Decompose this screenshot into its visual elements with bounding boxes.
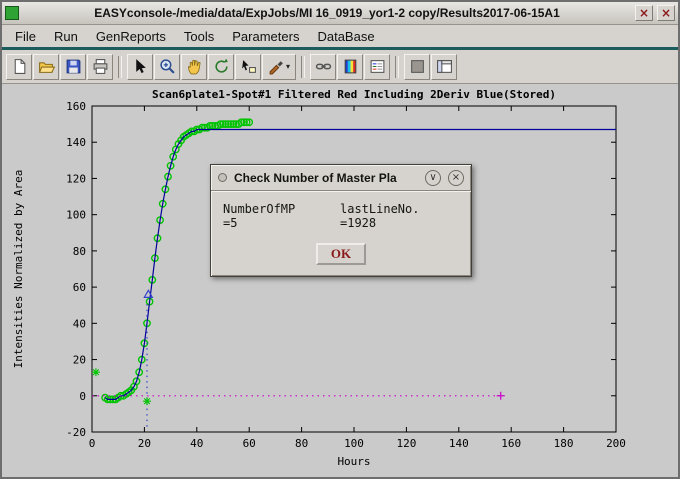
- insert-legend-button[interactable]: [364, 54, 390, 80]
- toolbar-separator: [118, 56, 122, 78]
- menu-database[interactable]: DataBase: [308, 27, 383, 46]
- svg-text:80: 80: [73, 245, 86, 258]
- dialog-collapse-button[interactable]: ∨: [425, 170, 441, 186]
- svg-text:40: 40: [190, 437, 203, 450]
- svg-text:40: 40: [73, 317, 86, 330]
- svg-text:60: 60: [243, 437, 256, 450]
- svg-text:180: 180: [554, 437, 574, 450]
- dialog-body: NumberOfMP =5 lastLineNo. =1928 OK: [211, 191, 471, 276]
- ok-button[interactable]: OK: [316, 243, 366, 265]
- dialog-title: Check Number of Master Pla: [234, 171, 418, 185]
- dialog-message: NumberOfMP =5 lastLineNo. =1928: [223, 202, 459, 230]
- data-cursor-icon: [240, 58, 257, 75]
- menu-run[interactable]: Run: [45, 27, 87, 46]
- last-line-no-value: lastLineNo. =1928: [340, 202, 459, 230]
- zoom-in-button[interactable]: [154, 54, 180, 80]
- dialog-title-bar: Check Number of Master Pla ∨ ×: [211, 165, 471, 191]
- rotate-3d-button[interactable]: [208, 54, 234, 80]
- new-document-icon: [11, 58, 28, 75]
- svg-text:20: 20: [73, 354, 86, 367]
- menu-tools[interactable]: Tools: [175, 27, 223, 46]
- dialog-check-number-of-master-plates: Check Number of Master Pla ∨ × NumberOfM…: [210, 164, 472, 277]
- show-plot-tools-button[interactable]: [431, 54, 457, 80]
- figure-canvas[interactable]: Scan6plate1-Spot#1 Filtered Red Includin…: [2, 84, 678, 478]
- hand-icon: [186, 58, 203, 75]
- window-title: EASYconsole-/media/data/ExpJobs/MI 16_09…: [23, 6, 631, 20]
- number-of-mp-value: NumberOfMP =5: [223, 202, 314, 230]
- save-button[interactable]: [60, 54, 86, 80]
- menu-parameters[interactable]: Parameters: [223, 27, 308, 46]
- dialog-icon: [218, 173, 227, 182]
- toolbar: ▾: [2, 50, 678, 84]
- edit-plot-button[interactable]: [127, 54, 153, 80]
- legend-icon: [369, 58, 386, 75]
- menu-genreports[interactable]: GenReports: [87, 27, 175, 46]
- link-plots-button[interactable]: [310, 54, 336, 80]
- menu-bar: File Run GenReports Tools Parameters Dat…: [2, 25, 678, 50]
- svg-text:20: 20: [138, 437, 151, 450]
- data-cursor-button[interactable]: [235, 54, 261, 80]
- gray-square-icon: [409, 58, 426, 75]
- svg-text:0: 0: [89, 437, 96, 450]
- dialog-close-button[interactable]: ×: [448, 170, 464, 186]
- svg-text:120: 120: [66, 172, 86, 185]
- toolbar-separator: [395, 56, 399, 78]
- rotate-icon: [213, 58, 230, 75]
- svg-text:80: 80: [295, 437, 308, 450]
- svg-text:160: 160: [501, 437, 521, 450]
- brush-icon: [268, 58, 285, 75]
- layout-panes-icon: [436, 58, 453, 75]
- menu-file[interactable]: File: [6, 27, 45, 46]
- dropdown-arrow-icon: ▾: [286, 62, 290, 71]
- zoom-in-icon: [159, 58, 176, 75]
- title-bar: EASYconsole-/media/data/ExpJobs/MI 16_09…: [2, 2, 678, 25]
- app-icon: [5, 6, 19, 20]
- svg-text:0: 0: [79, 390, 86, 403]
- open-folder-icon: [38, 58, 55, 75]
- chart-title: Scan6plate1-Spot#1 Filtered Red Includin…: [152, 88, 556, 101]
- chain-link-icon: [315, 58, 332, 75]
- print-button[interactable]: [87, 54, 113, 80]
- svg-text:-20: -20: [66, 426, 86, 439]
- svg-text:60: 60: [73, 281, 86, 294]
- printer-icon: [92, 58, 109, 75]
- new-document-button[interactable]: [6, 54, 32, 80]
- pan-hand-button[interactable]: [181, 54, 207, 80]
- insert-colorbar-button[interactable]: [337, 54, 363, 80]
- toolbar-separator: [301, 56, 305, 78]
- plot-svg: Scan6plate1-Spot#1 Filtered Red Includin…: [2, 84, 678, 478]
- brush-data-button[interactable]: ▾: [262, 54, 296, 80]
- svg-text:140: 140: [449, 437, 469, 450]
- svg-text:120: 120: [396, 437, 416, 450]
- colorbar-icon: [342, 58, 359, 75]
- app-window: EASYconsole-/media/data/ExpJobs/MI 16_09…: [0, 0, 680, 479]
- minimize-button[interactable]: ×: [635, 5, 653, 21]
- close-button[interactable]: ×: [657, 5, 675, 21]
- open-file-button[interactable]: [33, 54, 59, 80]
- save-floppy-icon: [65, 58, 82, 75]
- svg-text:140: 140: [66, 136, 86, 149]
- svg-text:160: 160: [66, 100, 86, 113]
- arrow-cursor-icon: [132, 58, 149, 75]
- hide-plot-tools-button[interactable]: [404, 54, 430, 80]
- y-axis-label: Intensities Normalized by Area: [12, 170, 25, 369]
- x-axis-label: Hours: [337, 455, 370, 468]
- svg-text:100: 100: [66, 209, 86, 222]
- svg-text:200: 200: [606, 437, 626, 450]
- svg-text:100: 100: [344, 437, 364, 450]
